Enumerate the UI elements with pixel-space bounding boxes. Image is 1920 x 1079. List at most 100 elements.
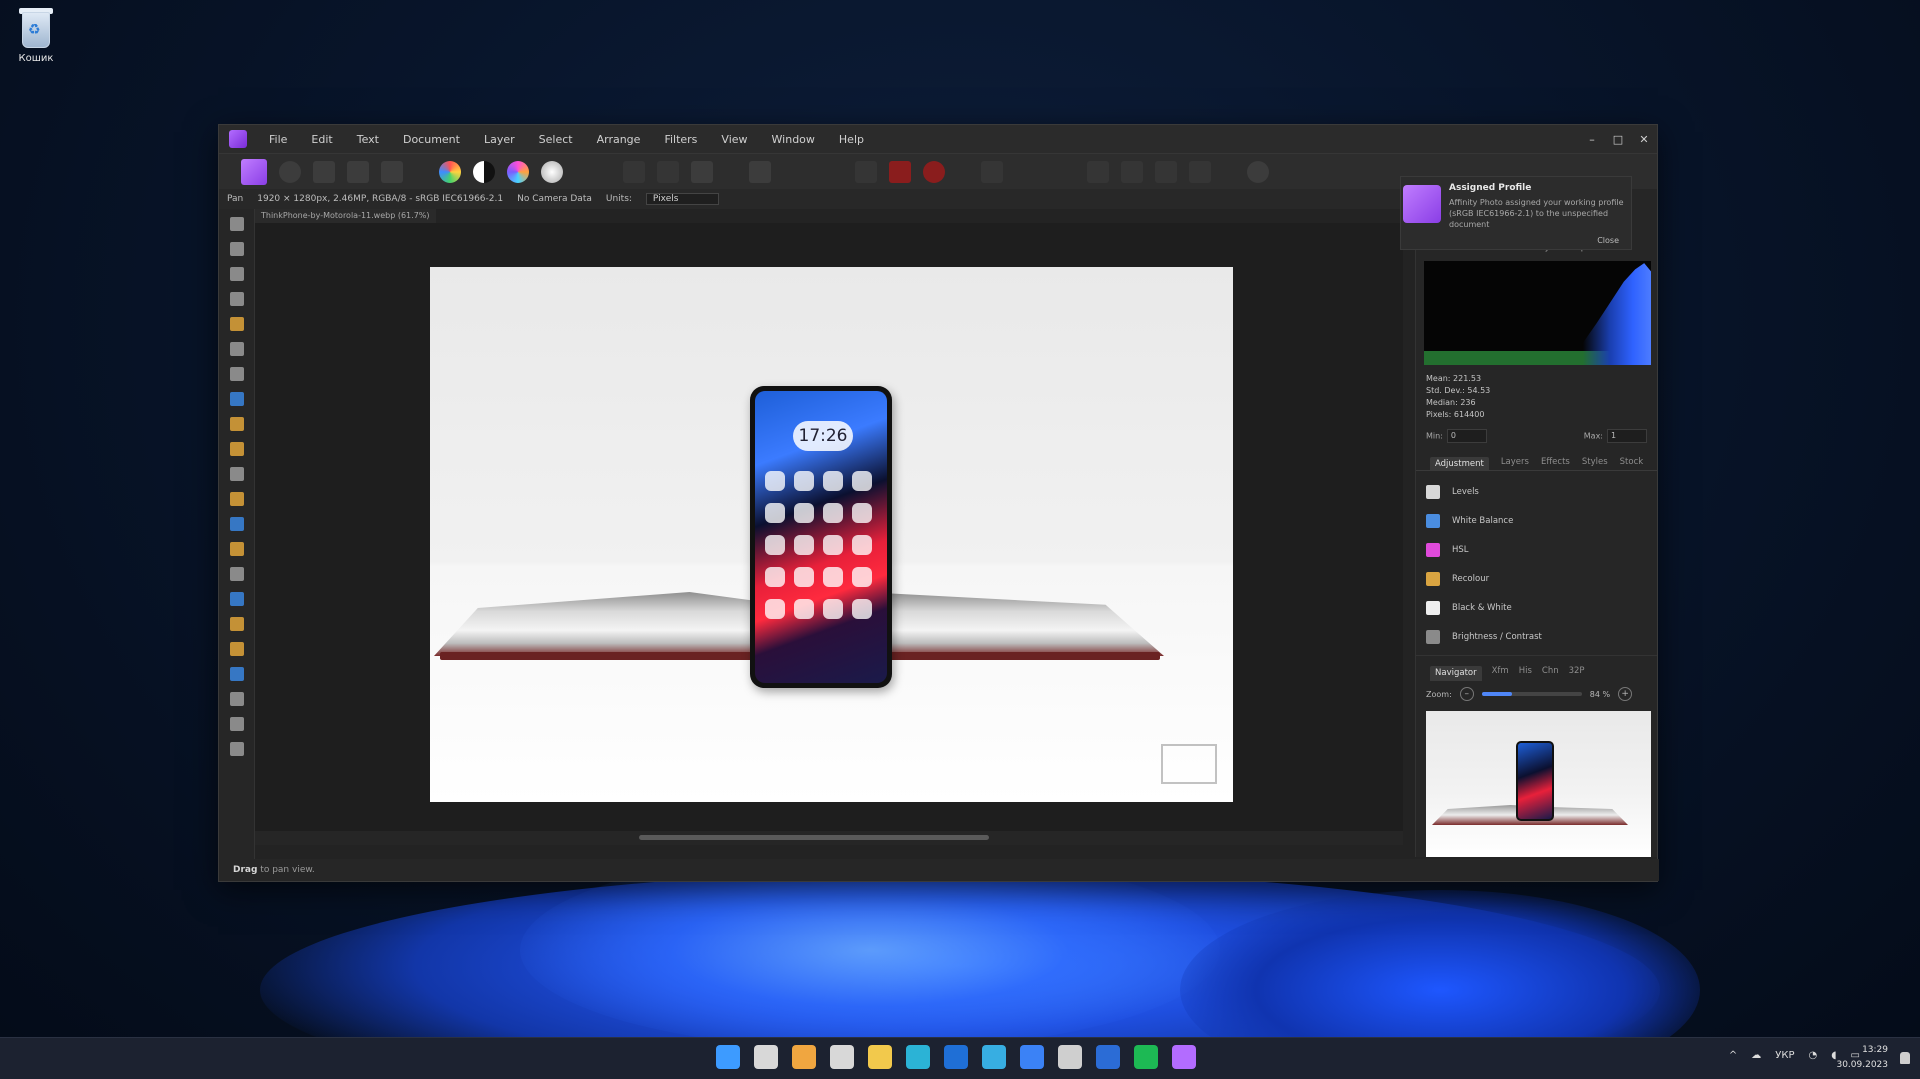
adjustment-item[interactable]: Levels: [1426, 477, 1647, 506]
text-tool-icon[interactable]: [229, 692, 244, 706]
input-language[interactable]: УКР: [1775, 1050, 1794, 1061]
snapping-icon[interactable]: [923, 160, 945, 183]
notepad-icon[interactable]: [1058, 1045, 1082, 1069]
arrange-icon[interactable]: [1155, 160, 1177, 183]
notification-bell-icon[interactable]: [1900, 1052, 1910, 1064]
healing-brush-tool-icon[interactable]: [229, 567, 244, 581]
edge-icon[interactable]: [906, 1045, 930, 1069]
settings-icon[interactable]: [1247, 160, 1269, 183]
zoom-in-button[interactable]: +: [1618, 687, 1633, 701]
tools-icon[interactable]: [1020, 1045, 1044, 1069]
taskbar-clock[interactable]: 13:29 30.09.2023: [1836, 1043, 1888, 1073]
menu-select[interactable]: Select: [539, 133, 573, 146]
adjustment-item[interactable]: HSL: [1426, 535, 1647, 564]
auto-white-balance-icon[interactable]: [541, 160, 563, 183]
maximize-button[interactable]: □: [1605, 133, 1631, 146]
tab-transform[interactable]: Xfm: [1492, 666, 1509, 681]
task-view-icon[interactable]: [830, 1045, 854, 1069]
erase-brush-tool-icon[interactable]: [229, 492, 244, 506]
menu-arrange[interactable]: Arrange: [597, 133, 641, 146]
onedrive-icon[interactable]: ☁: [1751, 1050, 1761, 1061]
minimize-button[interactable]: –: [1579, 133, 1605, 146]
adjustment-item[interactable]: Black & White: [1426, 593, 1647, 622]
tab-navigator[interactable]: Navigator: [1430, 666, 1482, 681]
liquify-persona-icon[interactable]: [279, 160, 301, 183]
auto-colors-icon[interactable]: [507, 160, 529, 183]
adjustment-item[interactable]: Brightness / Contrast: [1426, 622, 1647, 651]
mask-icon[interactable]: [855, 160, 877, 183]
outlook-icon[interactable]: [944, 1045, 968, 1069]
photo-persona-icon[interactable]: [241, 158, 267, 185]
deselect-icon[interactable]: [657, 160, 679, 183]
smudge-brush-tool-icon[interactable]: [229, 617, 244, 631]
tone-mapping-persona-icon[interactable]: [347, 160, 369, 183]
zoom-value[interactable]: 84 %: [1590, 690, 1610, 699]
undo-icon[interactable]: [1087, 160, 1109, 183]
hand-tool-icon[interactable]: [229, 717, 244, 731]
menu-help[interactable]: Help: [839, 133, 864, 146]
pen-tool-icon[interactable]: [229, 642, 244, 656]
marquee-tool-icon[interactable]: [229, 367, 244, 381]
menu-window[interactable]: Window: [772, 133, 815, 146]
tab-styles[interactable]: Styles: [1582, 457, 1608, 470]
zoom-out-button[interactable]: –: [1459, 687, 1474, 701]
word-icon[interactable]: [1096, 1045, 1120, 1069]
min-input[interactable]: 0: [1446, 429, 1487, 443]
tab-layers[interactable]: Layers: [1501, 457, 1529, 470]
tab-history[interactable]: His: [1519, 666, 1532, 681]
develop-persona-icon[interactable]: [313, 160, 335, 183]
navigator-thumbnail[interactable]: [1426, 711, 1651, 857]
crop-tool-icon[interactable]: [229, 292, 244, 306]
marquee-mode-icon[interactable]: [623, 160, 645, 183]
menu-text[interactable]: Text: [357, 133, 379, 146]
blur-brush-tool-icon[interactable]: [229, 592, 244, 606]
spotify-icon[interactable]: [1134, 1045, 1158, 1069]
units-select[interactable]: Pixels: [645, 193, 720, 205]
zoom-slider[interactable]: [1481, 692, 1582, 696]
search-icon[interactable]: [754, 1045, 778, 1069]
auto-contrast-icon[interactable]: [473, 160, 495, 183]
clone-brush-tool-icon[interactable]: [229, 542, 244, 556]
tab-adjustment[interactable]: Adjustment: [1430, 457, 1489, 470]
zoom-tool-icon[interactable]: [229, 742, 244, 756]
transform-icon[interactable]: [1189, 160, 1211, 183]
freehand-selection-tool-icon[interactable]: [229, 342, 244, 356]
tab-channels[interactable]: Chn: [1542, 666, 1559, 681]
chevron-up-icon[interactable]: ^: [1729, 1050, 1737, 1061]
file-explorer-icon[interactable]: [868, 1045, 892, 1069]
quick-mask-icon[interactable]: [691, 160, 713, 183]
adjustment-item[interactable]: Recolour: [1426, 564, 1647, 593]
tab-effects[interactable]: Effects: [1541, 457, 1570, 470]
dodge-brush-tool-icon[interactable]: [229, 517, 244, 531]
max-input[interactable]: 1: [1607, 429, 1647, 443]
notification-close-button[interactable]: Close: [1597, 236, 1619, 245]
view-tool-icon[interactable]: [229, 217, 244, 231]
assistant-icon[interactable]: [981, 160, 1003, 183]
redo-icon[interactable]: [1121, 160, 1143, 183]
telegram-icon[interactable]: [982, 1045, 1006, 1069]
widgets-icon[interactable]: [792, 1045, 816, 1069]
rectangle-tool-icon[interactable]: [229, 667, 244, 681]
wifi-icon[interactable]: ◔: [1809, 1050, 1818, 1061]
gradient-tool-icon[interactable]: [229, 417, 244, 431]
export-persona-icon[interactable]: [381, 160, 403, 183]
move-tool-icon[interactable]: [229, 242, 244, 256]
menu-edit[interactable]: Edit: [311, 133, 332, 146]
close-window-button[interactable]: ✕: [1631, 133, 1657, 146]
selection-brush-tool-icon[interactable]: [229, 317, 244, 331]
menu-view[interactable]: View: [721, 133, 747, 146]
affinity-photo-icon[interactable]: [1172, 1045, 1196, 1069]
recycle-bin[interactable]: ♻ Кошик: [6, 4, 66, 64]
horizontal-scrollbar[interactable]: [255, 831, 1403, 845]
auto-levels-icon[interactable]: [439, 160, 461, 183]
start-icon[interactable]: [716, 1045, 740, 1069]
align-icon[interactable]: [749, 160, 771, 183]
menu-document[interactable]: Document: [403, 133, 460, 146]
tab-stock[interactable]: Stock: [1620, 457, 1644, 470]
tab-32p[interactable]: 32P: [1569, 666, 1585, 681]
color-picker-tool-icon[interactable]: [229, 267, 244, 281]
paint-brush-tool-icon[interactable]: [229, 442, 244, 456]
canvas-area[interactable]: 17:26: [255, 223, 1403, 831]
menu-file[interactable]: File: [269, 133, 287, 146]
insert-target-icon[interactable]: [889, 160, 911, 183]
